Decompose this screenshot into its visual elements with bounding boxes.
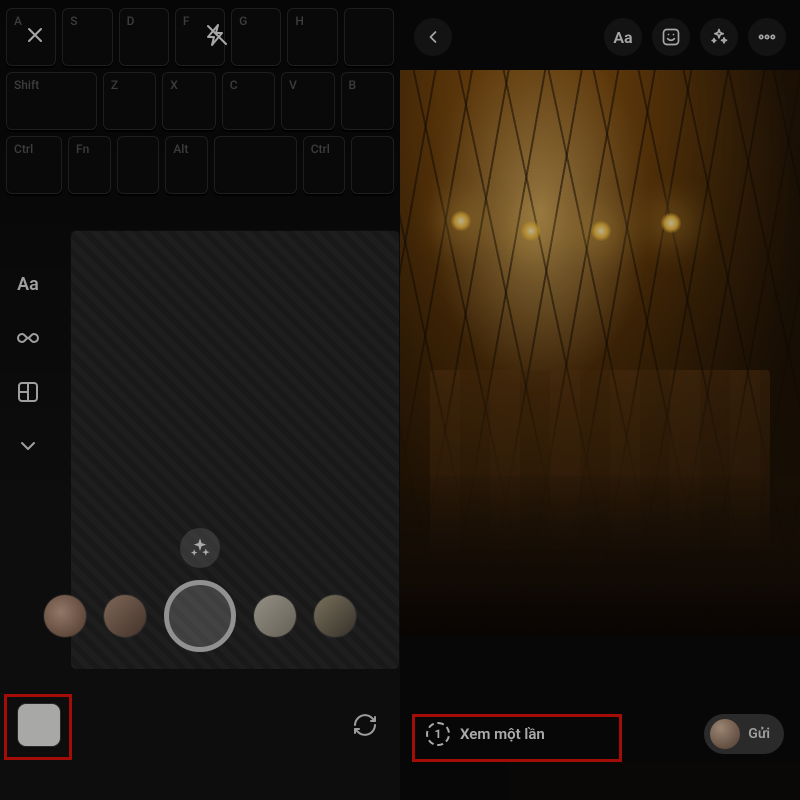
switch-camera-icon (353, 713, 377, 737)
keycap: ← (351, 136, 394, 194)
send-label: Gửi (748, 726, 770, 742)
more-button[interactable] (748, 18, 786, 56)
photo-light (660, 212, 682, 234)
keycap-spacebar (214, 136, 297, 194)
photo-edit-screen: Aa 1 Xem một lần Gửi (400, 0, 800, 800)
keycap: Shift (6, 72, 97, 130)
keycap: X (162, 72, 215, 130)
more-icon (757, 27, 777, 47)
photo-light (520, 220, 542, 242)
sticker-tool[interactable] (652, 18, 690, 56)
filter-thumb[interactable] (104, 595, 146, 637)
camera-bottom-bar (0, 704, 400, 746)
effects-tool[interactable] (700, 18, 738, 56)
text-tool[interactable]: Aa (604, 18, 642, 56)
filter-thumb[interactable] (44, 595, 86, 637)
photo-branches (400, 70, 800, 636)
gallery-picker[interactable] (18, 704, 60, 746)
view-once-label: Xem một lần (460, 725, 545, 743)
filter-thumb[interactable] (314, 595, 356, 637)
captured-photo (400, 70, 800, 636)
back-button[interactable] (414, 18, 452, 56)
filter-thumb[interactable] (254, 595, 296, 637)
layout-tool[interactable] (14, 378, 42, 406)
camera-side-tools: Aa (14, 270, 42, 460)
camera-top-bar (0, 18, 400, 52)
infinity-icon (16, 326, 40, 350)
view-once-toggle[interactable]: 1 Xem một lần (416, 714, 555, 754)
sparkle-icon (190, 538, 210, 558)
close-button[interactable] (18, 18, 52, 52)
edit-bottom-bar: 1 Xem một lần Gửi (400, 714, 800, 754)
close-icon (23, 23, 47, 47)
flash-off-icon (205, 23, 229, 47)
edit-top-bar: Aa (400, 18, 800, 56)
keycap: V (281, 72, 334, 130)
filter-carousel[interactable] (0, 580, 400, 652)
flash-toggle[interactable] (200, 18, 234, 52)
layout-icon (16, 380, 40, 404)
text-tool[interactable]: Aa (14, 270, 42, 298)
keycap: C (222, 72, 275, 130)
camera-capture-screen: A S D F G H Shift Z X C V B Ctrl Fn ⊞ Al… (0, 0, 400, 800)
keycap: ⊞ (117, 136, 160, 194)
boomerang-tool[interactable] (14, 324, 42, 352)
keycap: B (341, 72, 394, 130)
sparkle-icon (709, 27, 729, 47)
view-once-icon: 1 (426, 722, 450, 746)
shutter-button[interactable] (164, 580, 236, 652)
keycap: Fn (68, 136, 111, 194)
effects-button[interactable] (180, 528, 220, 568)
send-button[interactable]: Gửi (704, 714, 784, 754)
chevron-left-icon (423, 27, 443, 47)
switch-camera-button[interactable] (348, 708, 382, 742)
recipient-avatar (710, 719, 740, 749)
keycap: Ctrl (6, 136, 62, 194)
photo-light (590, 220, 612, 242)
chevron-down-icon (16, 434, 40, 458)
keycap: Ctrl (303, 136, 346, 194)
keycap: Z (103, 72, 156, 130)
sticker-icon (661, 27, 681, 47)
keycap: Alt (165, 136, 208, 194)
expand-tools[interactable] (14, 432, 42, 460)
photo-light (450, 210, 472, 232)
